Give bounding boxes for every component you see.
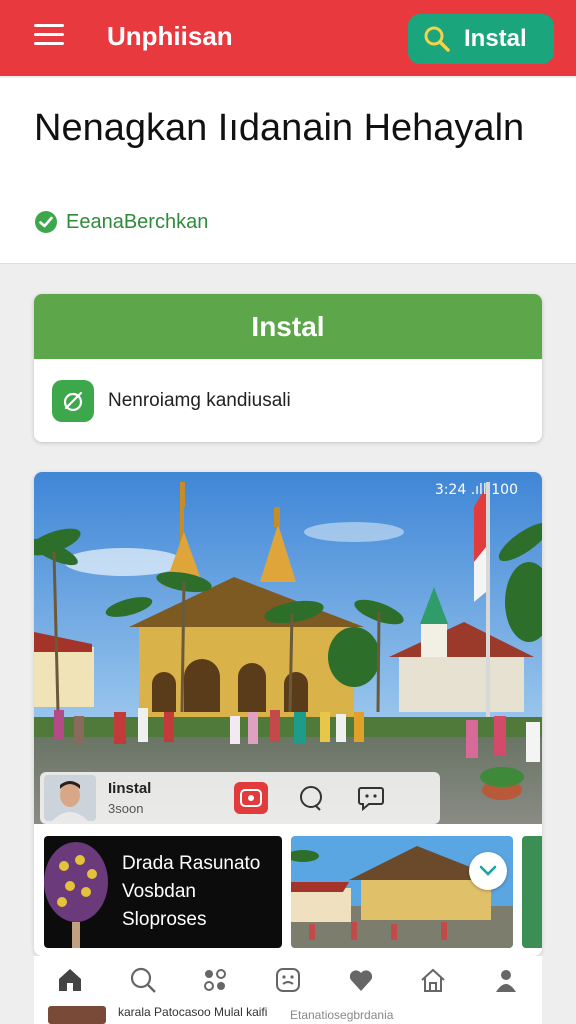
comment-icon xyxy=(300,786,322,811)
verified-label: EeanaBerchkan xyxy=(66,210,209,233)
user-info: Iinstal 3soon xyxy=(108,780,208,816)
top-install-label: Instal xyxy=(464,25,527,52)
nav-house[interactable] xyxy=(413,960,453,1000)
comment-button[interactable] xyxy=(294,782,328,814)
user-subtitle: 3soon xyxy=(108,801,144,816)
profile-icon xyxy=(495,970,516,992)
verified-badge: EeanaBerchkan xyxy=(34,210,208,234)
nav-search[interactable] xyxy=(123,960,163,1000)
status-bar: 3:24 .ıll 100 xyxy=(434,482,518,498)
heart-icon xyxy=(349,970,372,991)
media-card: 3:24 .ıll 100 Iinstal 3soon Drada Rasuna… xyxy=(34,472,542,956)
list-thumbnail xyxy=(48,1006,106,1024)
chat-button[interactable] xyxy=(354,782,388,814)
nav-profile[interactable] xyxy=(486,960,526,1000)
feature-label: Nenroiamg kandiusali xyxy=(108,390,291,411)
nav-home[interactable] xyxy=(50,960,90,1000)
list-item-subtitle: Etanatiosegbrdania xyxy=(290,1008,394,1022)
video-button[interactable] xyxy=(234,782,268,814)
avatar[interactable] xyxy=(44,775,96,821)
check-circle-icon xyxy=(35,211,57,233)
nav-favorites[interactable] xyxy=(341,960,381,1000)
thumbnail-card[interactable] xyxy=(522,836,542,948)
house-icon xyxy=(421,968,445,992)
bottom-nav xyxy=(34,956,542,1004)
apps-icon xyxy=(204,969,227,991)
user-strip: Iinstal 3soon xyxy=(40,772,440,824)
install-button[interactable]: Instal xyxy=(34,294,542,359)
chat-icon xyxy=(358,787,384,811)
search-icon xyxy=(424,26,450,52)
feature-row: Nenroiamg kandiusali xyxy=(52,380,291,422)
app-hero-card: Nenagkan Iıdanain Hehayaln EeanaBerchkan xyxy=(0,78,576,264)
user-name: Iinstal xyxy=(108,780,152,797)
thumbnail-caption: Drada Rasunato Vosbdan Sloproses xyxy=(122,853,261,930)
chevron-down-icon[interactable] xyxy=(469,852,507,890)
top-install-button[interactable]: Instal xyxy=(408,14,554,64)
thumbnail-card[interactable]: Drada Rasunato Vosbdan Sloproses xyxy=(44,836,282,948)
thumbnail-row: Drada Rasunato Vosbdan Sloproses xyxy=(34,834,542,950)
menu-icon[interactable] xyxy=(34,24,64,50)
list-item-title: karala Patocasoo Mulal kaifi xyxy=(118,1005,268,1019)
search-icon xyxy=(130,967,156,993)
app-name-heading: Nenagkan Iıdanain Hehayaln xyxy=(34,107,525,149)
lantern-image xyxy=(44,842,108,948)
home-icon xyxy=(59,969,82,991)
nav-apps[interactable] xyxy=(195,960,235,1000)
play-icon xyxy=(240,789,262,807)
app-title: Unphiisan xyxy=(107,21,233,51)
thumbnail-card[interactable] xyxy=(291,836,513,948)
app-feature-icon xyxy=(52,380,94,422)
nav-face[interactable] xyxy=(268,960,308,1000)
install-card: Instal Nenroiamg kandiusali xyxy=(34,294,542,442)
next-list-item[interactable]: karala Patocasoo Mulal kaifi Etanatioseg… xyxy=(34,1004,542,1024)
face-icon xyxy=(275,968,300,992)
top-app-bar: Unphiisan Instal xyxy=(0,0,576,76)
